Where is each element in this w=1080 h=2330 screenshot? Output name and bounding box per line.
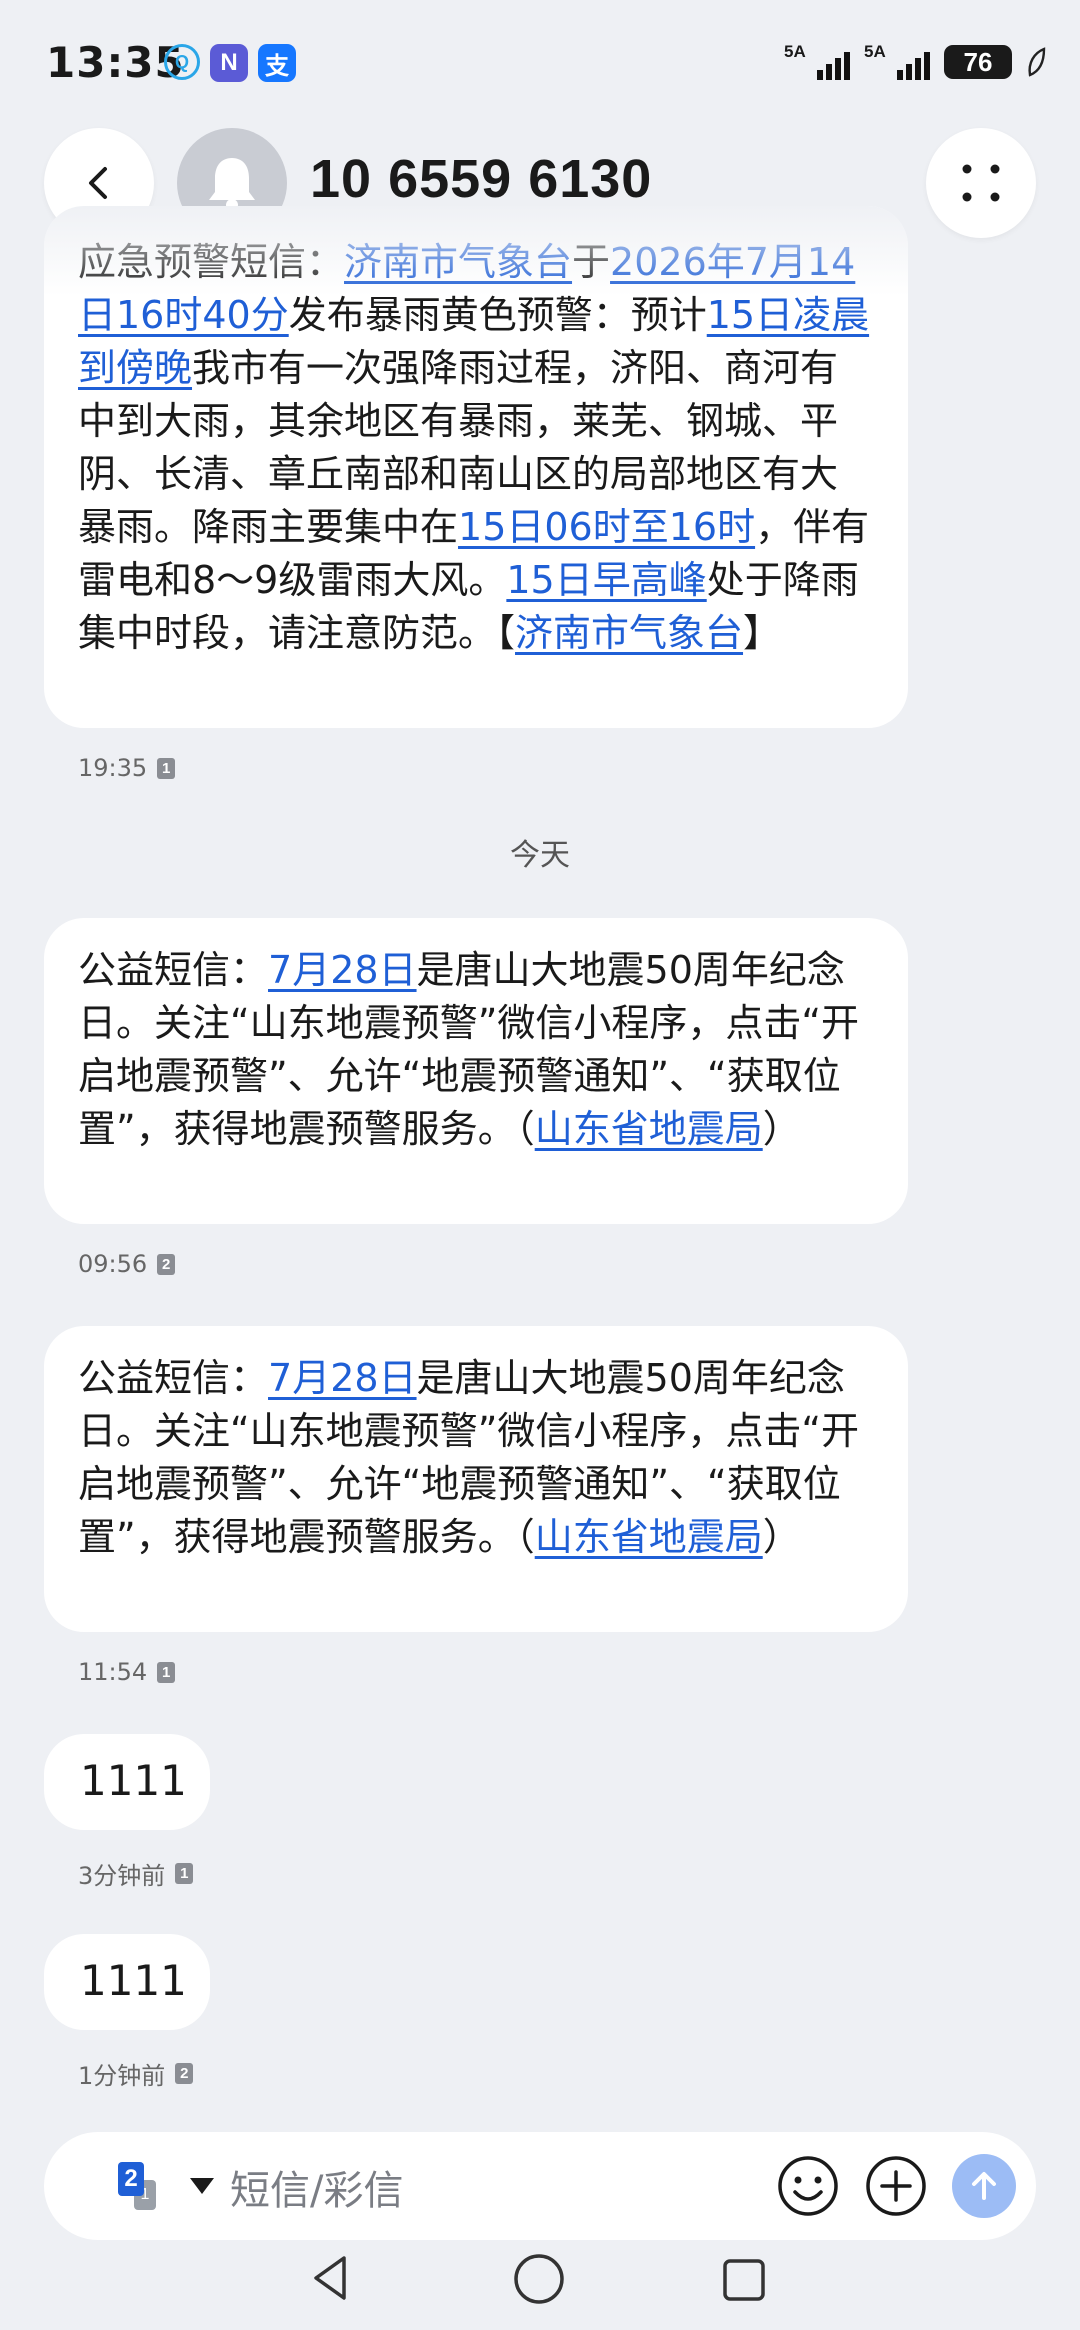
- message-bubble[interactable]: 公益短信：7月28日是唐山大地震50周年纪念日。关注“山东地震预警”微信小程序，…: [44, 918, 908, 1224]
- sim-card-icon: 1: [175, 1863, 194, 1884]
- sim-dropdown-caret-icon[interactable]: [190, 2178, 214, 2194]
- notification-app-icon-2: N: [210, 44, 248, 82]
- message-link[interactable]: 济南市气象台: [344, 240, 572, 284]
- message-composer: 1 2 短信/彩信: [44, 2132, 1036, 2240]
- alipay-notification-icon: 支: [258, 44, 296, 82]
- emoji-icon[interactable]: [776, 2154, 840, 2218]
- message-link[interactable]: 济南市气象台: [515, 611, 743, 655]
- message-text-segment: ）: [762, 1107, 801, 1151]
- notification-app-icon-1: Q: [164, 44, 200, 80]
- message-text-segment: 1111: [80, 1956, 187, 2005]
- message-text-segment: 应急预警短信：: [78, 240, 345, 284]
- message-bubble[interactable]: 1111: [44, 1934, 210, 2030]
- signal-icon-1: 5A: [784, 42, 850, 80]
- message-meta: 11:54 1: [78, 1658, 176, 1686]
- message-link[interactable]: 7月28日: [268, 948, 417, 992]
- chevron-left-icon: [89, 167, 107, 199]
- message-link[interactable]: 15日06时至16时: [458, 505, 755, 549]
- message-input[interactable]: 短信/彩信: [230, 2158, 403, 2216]
- message-meta: 1分钟前 2: [78, 2056, 194, 2091]
- signal-1-label: 5A: [784, 42, 806, 61]
- bell-icon: [209, 158, 255, 211]
- sim-card-icon: 2: [175, 2063, 194, 2084]
- status-bar: 13:35 Q N 支 5A 5A 76: [0, 0, 1080, 128]
- message-time: 1分钟前: [78, 2062, 166, 2090]
- message-time: 19:35: [78, 754, 148, 782]
- status-app-icons: Q N 支: [164, 44, 296, 82]
- message-meta: 19:35 1: [78, 754, 176, 782]
- power-saving-leaf-icon: [1028, 47, 1046, 77]
- message-text-segment: 1111: [80, 1756, 187, 1805]
- sim-card-icon: 2: [157, 1253, 176, 1275]
- status-right-cluster: 5A 5A 76: [784, 42, 1046, 80]
- sim-primary-icon: 2: [118, 2162, 144, 2196]
- sim-switch-button[interactable]: 1 2: [118, 2162, 168, 2212]
- message-bubble[interactable]: 应急预警短信：济南市气象台于2026年7月14日16时40分发布暴雨黄色预警：预…: [44, 206, 908, 728]
- message-text: 1111: [80, 1754, 210, 1807]
- more-options-button[interactable]: [926, 128, 1036, 238]
- sim-card-icon: 1: [157, 1661, 176, 1683]
- message-text: 公益短信：7月28日是唐山大地震50周年纪念日。关注“山东地震预警”微信小程序，…: [78, 1352, 874, 1564]
- date-separator: 今天: [510, 838, 570, 873]
- sim-card-icon: 1: [157, 757, 176, 779]
- message-meta: 09:56 2: [78, 1250, 176, 1278]
- send-arrow-icon: [972, 2172, 996, 2200]
- message-bubble[interactable]: 1111: [44, 1734, 210, 1830]
- nav-back-triangle-icon[interactable]: [304, 2252, 356, 2304]
- message-link[interactable]: 山东省地震局: [535, 1107, 763, 1151]
- message-text-segment: ）: [762, 1515, 801, 1559]
- message-time: 11:54: [78, 1658, 148, 1686]
- conversation-title: 10 6559 6130: [310, 149, 653, 209]
- signal-2-label: 5A: [864, 42, 886, 61]
- message-link[interactable]: 山东省地震局: [535, 1515, 763, 1559]
- plus-icon[interactable]: [864, 2154, 928, 2218]
- message-text: 1111: [80, 1954, 210, 2007]
- message-text: 应急预警短信：济南市气象台于2026年7月14日16时40分发布暴雨黄色预警：预…: [78, 236, 874, 660]
- message-text-segment: 公益短信：: [78, 1356, 269, 1400]
- more-dots-icon: [962, 164, 1000, 202]
- battery-icon: 76: [944, 45, 1012, 79]
- message-link[interactable]: 15日早高峰: [506, 558, 706, 602]
- signal-icon-2: 5A: [864, 42, 930, 80]
- nav-home-circle-icon[interactable]: [512, 2252, 566, 2306]
- nav-recent-square-icon[interactable]: [720, 2256, 768, 2304]
- message-time: 09:56: [78, 1250, 148, 1278]
- navigation-bar: [0, 2252, 1080, 2330]
- message-text-segment: 于: [572, 240, 611, 284]
- message-text-segment: 】: [743, 611, 782, 655]
- send-button[interactable]: [952, 2154, 1016, 2218]
- message-meta: 3分钟前 1: [78, 1856, 194, 1891]
- message-link[interactable]: 7月28日: [268, 1356, 417, 1400]
- message-text: 公益短信：7月28日是唐山大地震50周年纪念日。关注“山东地震预警”微信小程序，…: [78, 944, 874, 1156]
- message-time: 3分钟前: [78, 1862, 166, 1890]
- message-text-segment: 公益短信：: [78, 948, 269, 992]
- message-bubble[interactable]: 公益短信：7月28日是唐山大地震50周年纪念日。关注“山东地震预警”微信小程序，…: [44, 1326, 908, 1632]
- message-text-segment: 发布暴雨黄色预警：预计: [288, 293, 707, 337]
